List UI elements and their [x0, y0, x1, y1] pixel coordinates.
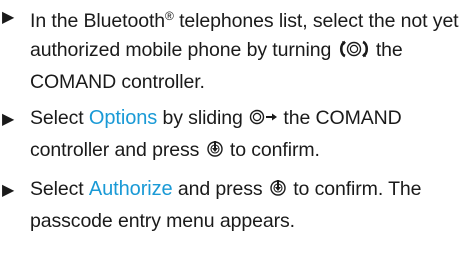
- instruction-list: ▶ In the Bluetooth® telephones list, sel…: [0, 2, 465, 236]
- bullet-arrow-icon: ▶: [2, 9, 15, 26]
- step-2-text-before: Select: [30, 107, 89, 129]
- registered-mark: ®: [165, 9, 174, 23]
- press-controller-icon: [268, 178, 288, 207]
- press-controller-icon: [205, 139, 225, 168]
- turn-controller-icon: [337, 39, 371, 68]
- step-3-text-mid: and press: [172, 178, 268, 200]
- step-1-text-before: In the Bluetooth: [30, 10, 166, 32]
- bullet-arrow-icon: ▶: [2, 182, 15, 199]
- step-3-text-before: Select: [30, 178, 89, 200]
- step-2-text-end: to confirm.: [224, 139, 320, 161]
- instruction-step-1: ▶ In the Bluetooth® telephones list, sel…: [0, 2, 465, 97]
- options-ui-label: Options: [88, 107, 158, 129]
- bullet-arrow-icon: ▶: [2, 111, 15, 128]
- instruction-step-2: ▶ Select Options by sliding the COMAND c…: [0, 104, 465, 168]
- step-2-text-mid: by sliding: [157, 107, 249, 129]
- instruction-step-3: ▶ Select Authorize and press to confirm.…: [0, 175, 465, 236]
- slide-right-controller-icon: [248, 107, 278, 136]
- authorize-ui-label: Authorize: [88, 178, 173, 200]
